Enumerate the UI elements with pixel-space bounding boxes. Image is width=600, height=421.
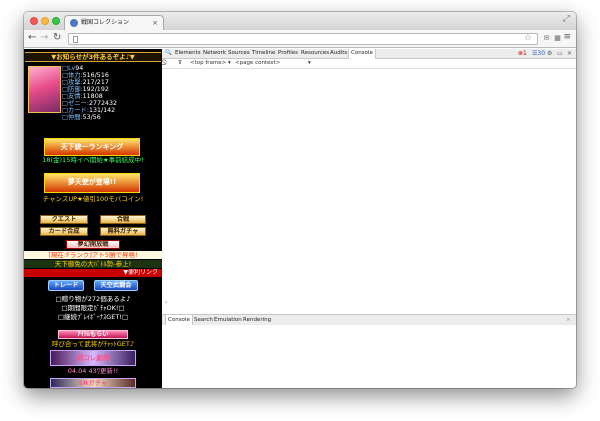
avatar[interactable] xyxy=(28,66,61,113)
tab-profiles[interactable]: Profiles xyxy=(278,49,298,58)
devtools-panel: 🔍 Elements Network Sources Timeline Prof… xyxy=(162,49,576,388)
filter-icon[interactable]: ⊽ xyxy=(178,59,182,68)
stat-row: □Lv94 xyxy=(62,65,84,72)
context-select-arrow-icon[interactable]: ▾ xyxy=(308,59,311,68)
qr-extension-icon[interactable]: ▦ xyxy=(553,34,562,43)
back-arrow-icon[interactable]: ← xyxy=(28,32,36,44)
devtools-tabbar: 🔍 Elements Network Sources Timeline Prof… xyxy=(162,49,576,59)
search-icon[interactable]: 🔍 xyxy=(165,49,172,58)
stat-row: □防御:192/192 xyxy=(62,86,109,93)
close-devtools-icon[interactable]: × xyxy=(567,49,572,59)
drawer-tab-emulation[interactable]: Emulation xyxy=(214,315,242,325)
tab-audits[interactable]: Audits xyxy=(330,49,347,58)
bookmark-star-icon[interactable]: ☆ xyxy=(524,33,532,43)
game-page: ▼お知らせが3件あるぞよ♪▼ □Lv94 □体力:516/516 □攻撃:217… xyxy=(24,49,162,388)
drawer-tab-rendering[interactable]: Rendering xyxy=(243,315,271,325)
tab-console[interactable]: Console xyxy=(348,49,376,59)
stat-row: □攻撃:217/217 xyxy=(62,79,109,86)
reload-icon[interactable]: ↻ xyxy=(53,32,61,44)
limited-gacha-text[interactable]: □期間限定ｶﾞﾁｬOK!□ xyxy=(24,304,162,312)
stat-row: □ゼニー:2772432 xyxy=(62,100,118,107)
address-bar[interactable]: ☆ xyxy=(68,33,538,45)
warning-count-icon[interactable]: ☰30 xyxy=(532,49,545,59)
tournament-button[interactable]: 天空武闘会 xyxy=(94,280,138,291)
item-banner[interactable]: ｱｲﾃﾑもらい xyxy=(58,330,128,339)
favicon-icon xyxy=(70,19,78,27)
quest-button[interactable]: クエスト xyxy=(40,215,88,224)
card-synth-button[interactable]: カード合成 xyxy=(40,227,88,236)
tab-network[interactable]: Network xyxy=(203,49,226,58)
daily-bonus-text[interactable]: □継続ﾌﾟﾚｲﾎﾞｰﾅｽGET!□ xyxy=(24,313,162,321)
close-window-icon[interactable] xyxy=(30,17,38,25)
browser-tab[interactable]: 戦国コレクション × xyxy=(64,15,164,30)
context-select[interactable]: <page context> xyxy=(235,59,280,68)
minimize-window-icon[interactable] xyxy=(41,17,49,25)
gacha-banner[interactable]: 夢天使が登場!! xyxy=(44,173,140,193)
tab-resources[interactable]: Resources xyxy=(301,49,329,58)
console-toolbar: ⃠ ⊽ <top frame> ▾ <page context> ▾ xyxy=(162,59,576,69)
close-drawer-icon[interactable]: × xyxy=(566,315,571,325)
forward-arrow-icon[interactable]: → xyxy=(40,32,48,44)
tab-timeline[interactable]: Timeline xyxy=(252,49,275,58)
tab-sources[interactable]: Sources xyxy=(228,49,250,58)
title-bar: 戦国コレクション × ⤢ xyxy=(24,12,576,30)
stat-row: □体力:516/516 xyxy=(62,72,109,79)
settings-gear-icon[interactable]: ⚙ xyxy=(547,49,552,59)
rank-text[interactable]: [現在:Fランク]アト5勝で昇格! xyxy=(24,251,162,259)
tab-elements[interactable]: Elements xyxy=(175,49,201,58)
browser-window: 戦国コレクション × ⤢ ← → ↻ ☆ ✉ ▦ ≡ ▼お知らせが3件あるぞよ♪… xyxy=(24,12,576,388)
tab-close-icon[interactable]: × xyxy=(152,16,158,30)
gacha-text[interactable]: チャンスUP★値引100モバコイン! xyxy=(24,195,162,203)
dock-icon[interactable]: ▭ xyxy=(557,49,563,59)
stat-row: □仲間:53/56 xyxy=(62,114,101,121)
theater-banner[interactable]: 戦コレ劇場 xyxy=(50,350,136,366)
stat-row: □友情:11808 xyxy=(62,93,103,100)
event-banner[interactable]: 天下統一ランキング xyxy=(44,138,140,156)
drawer-tab-console[interactable]: Console xyxy=(165,315,193,325)
call-text[interactable]: 呼び合って武将がﾁｬｯﾄGET♪ xyxy=(24,340,162,348)
zoom-window-icon[interactable] xyxy=(52,17,60,25)
browser-toolbar: ← → ↻ ☆ ✉ ▦ ≡ xyxy=(24,30,576,48)
event-text[interactable]: 18(金)15時イベ開始★事前結成中! xyxy=(24,156,162,164)
gift-text[interactable]: □贈り物が272個あるよ♪ xyxy=(24,295,162,303)
page-icon xyxy=(73,36,78,43)
free-gacha-button[interactable]: 無料ガチャ xyxy=(100,227,146,236)
convenient-links-header[interactable]: ▼便利リンク xyxy=(24,269,162,277)
theater-date-text[interactable]: 04.04 43ﾜ更新!! xyxy=(24,367,162,375)
frame-select-arrow-icon[interactable]: ▾ xyxy=(228,59,231,68)
devtools-drawer-tabs: Console Search Emulation Rendering × xyxy=(162,314,576,325)
stat-row: □カード:131/142 xyxy=(62,107,116,114)
error-count-icon[interactable]: ⊗1 xyxy=(518,49,527,59)
frame-select[interactable]: <top frame> xyxy=(190,59,226,68)
menu-icon[interactable]: ≡ xyxy=(563,32,571,42)
matsuri-button[interactable]: 夢幻開放戦 xyxy=(66,240,120,249)
bottom-banner[interactable]: SRガチャ xyxy=(50,378,136,388)
battle-button[interactable]: 合戦 xyxy=(100,215,146,224)
tab-title: 戦国コレクション xyxy=(81,19,130,26)
mail-extension-icon[interactable]: ✉ xyxy=(542,34,551,43)
drawer-tab-search[interactable]: Search xyxy=(194,315,213,325)
trade-button[interactable]: トレード xyxy=(48,280,84,291)
fullscreen-icon[interactable]: ⤢ xyxy=(563,14,570,24)
console-prompt[interactable]: › xyxy=(165,299,167,306)
notice-banner[interactable]: ▼お知らせが3件あるぞよ♪▼ xyxy=(25,52,161,62)
tenka-text[interactable]: 天下御免の大ﾊﾞﾄﾙ勢-参上! xyxy=(24,260,162,268)
